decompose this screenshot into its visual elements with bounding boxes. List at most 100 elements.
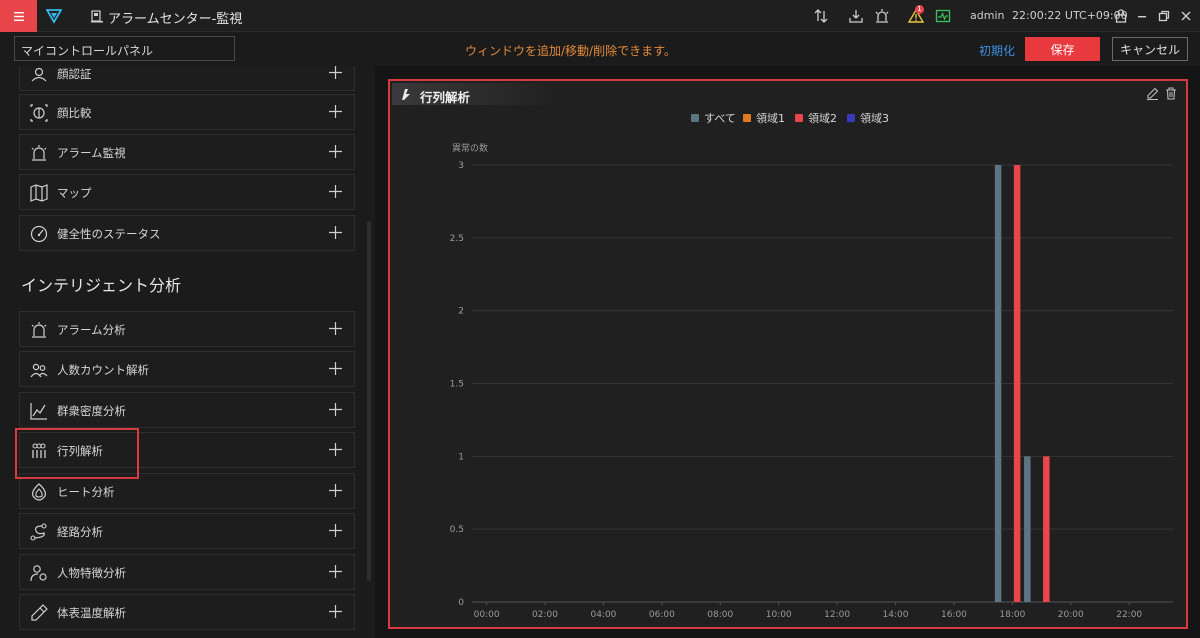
add-widget-icon[interactable]: [329, 484, 342, 497]
sidebar-item-person-feature[interactable]: 人物特徴分析: [19, 554, 355, 590]
system-clock: 22:00:22 UTC+09:00: [1012, 9, 1128, 22]
x-tick-label: 06:00: [649, 610, 675, 620]
widget-sidebar: 顔認証 顔比較 アラーム監視 マップ 健全性のステータス インテリジェント分析 …: [0, 66, 375, 638]
x-tick-label: 00:00: [474, 610, 500, 620]
people-count-icon: [30, 363, 48, 378]
selected-item-highlight: [15, 428, 139, 479]
sidebar-item-crowd-density[interactable]: 群衆密度分析: [19, 392, 355, 428]
sidebar-item-alarm-analysis[interactable]: アラーム分析: [19, 311, 355, 347]
download-icon[interactable]: [848, 8, 864, 24]
bar: [1043, 456, 1050, 602]
legend-label: 領域1: [756, 111, 785, 125]
hamburger-icon: [13, 11, 24, 21]
add-widget-icon[interactable]: [329, 185, 342, 198]
add-widget-icon[interactable]: [329, 565, 342, 578]
add-widget-icon[interactable]: [329, 226, 342, 239]
sidebar-item-body-temperature[interactable]: 体表温度解析: [19, 594, 355, 630]
edit-hint-message: ウィンドウを追加/移動/削除できます。: [465, 44, 676, 58]
x-tick-label: 14:00: [883, 610, 909, 620]
legend-swatch: [743, 114, 751, 122]
minimize-icon[interactable]: [1134, 8, 1150, 24]
legend-label: 領域2: [808, 111, 837, 125]
map-icon: [30, 184, 48, 202]
save-button[interactable]: 保存: [1025, 37, 1100, 61]
sidebar-item-face-recognition[interactable]: 顔認証: [19, 66, 355, 91]
y-tick-label: 1.5: [450, 380, 464, 390]
sidebar-item-path-analysis[interactable]: 経路分析: [19, 513, 355, 549]
x-tick-label: 08:00: [707, 610, 733, 620]
title-bar: アラームセンター-監視 1 admin 22:00:22 UTC+09:00: [0, 0, 1200, 32]
brand-logo-icon: [46, 9, 62, 24]
sidebar-item-label: 顔認証: [57, 67, 92, 81]
bar: [994, 165, 1002, 602]
legend-swatch: [795, 114, 803, 122]
legend-label: 領域3: [860, 111, 889, 125]
alarm-icon: [31, 322, 47, 338]
sidebar-item-people-count[interactable]: 人数カウント解析: [19, 351, 355, 387]
sidebar-item-label: 健全性のステータス: [57, 227, 161, 241]
queue-analysis-widget[interactable]: 行列解析 0 0.5 1 1.5 2 2.5 3 異常の数 00:00 02:00 04:00 06:…: [388, 79, 1188, 629]
x-tick-label: 04:00: [590, 610, 616, 620]
reset-link[interactable]: 初期化: [979, 42, 1015, 59]
alarm-siren-icon[interactable]: [874, 8, 890, 24]
sidebar-item-face-compare[interactable]: 顔比較: [19, 94, 355, 130]
sidebar-item-label: 経路分析: [57, 525, 103, 539]
control-panel-toolbar: マイコントロールパネル ウィンドウを追加/移動/削除できます。 初期化 保存 キ…: [0, 32, 1200, 66]
panel-name-input[interactable]: マイコントロールパネル: [14, 36, 235, 61]
y-tick-label: 3: [458, 161, 464, 171]
y-tick-label: 0.5: [450, 525, 464, 535]
hamburger-menu-button[interactable]: [0, 0, 37, 32]
y-tick-label: 1: [458, 452, 464, 462]
sidebar-item-label: アラーム監視: [57, 146, 126, 160]
sidebar-item-label: 体表温度解析: [57, 606, 126, 620]
x-tick-label: 18:00: [999, 610, 1025, 620]
x-tick-label: 12:00: [824, 610, 850, 620]
sidebar-item-health-status[interactable]: 健全性のステータス: [19, 215, 355, 251]
face-compare-icon: [30, 104, 48, 122]
user-name[interactable]: admin: [970, 9, 1004, 22]
person-feature-icon: [30, 565, 47, 582]
sidebar-item-label: 群衆密度分析: [57, 404, 126, 418]
add-widget-icon[interactable]: [329, 322, 342, 335]
x-tick-label: 22:00: [1116, 610, 1142, 620]
add-widget-icon[interactable]: [329, 66, 342, 79]
close-icon[interactable]: [1178, 8, 1194, 24]
section-title-intelligent-analysis: インテリジェント分析: [21, 276, 182, 295]
x-tick-label: 20:00: [1058, 610, 1084, 620]
add-widget-icon[interactable]: [329, 524, 342, 537]
thermometer-icon: [31, 604, 48, 621]
add-widget-icon[interactable]: [329, 443, 342, 456]
sidebar-item-label: ヒート分析: [57, 485, 115, 499]
lock-icon[interactable]: [1113, 8, 1129, 24]
x-tick-label: 02:00: [532, 610, 558, 620]
sidebar-item-alarm-monitor[interactable]: アラーム監視: [19, 134, 355, 170]
app-title: アラームセンター-監視: [108, 12, 243, 27]
y-axis-label: 異常の数: [452, 142, 488, 154]
sidebar-item-label: 人物特徴分析: [57, 566, 126, 580]
add-widget-icon[interactable]: [329, 605, 342, 618]
add-widget-icon[interactable]: [329, 145, 342, 158]
gauge-icon: [30, 225, 48, 243]
add-widget-icon[interactable]: [329, 403, 342, 416]
sidebar-item-map[interactable]: マップ: [19, 174, 355, 210]
add-widget-icon[interactable]: [329, 105, 342, 118]
health-monitor-icon[interactable]: [935, 8, 951, 24]
path-icon: [30, 523, 47, 541]
sidebar-scrollbar[interactable]: [367, 221, 371, 581]
cancel-button[interactable]: キャンセル: [1112, 37, 1188, 61]
app-module-icon: [91, 10, 103, 23]
sort-arrows-icon[interactable]: [813, 8, 829, 24]
bar: [1013, 165, 1021, 602]
alarm-count-badge: 1: [915, 5, 924, 14]
y-tick-label: 2: [458, 307, 464, 317]
crowd-density-icon: [30, 403, 47, 420]
sidebar-item-label: 人数カウント解析: [57, 363, 149, 377]
sidebar-item-label: マップ: [57, 186, 92, 200]
y-tick-label: 2.5: [450, 234, 464, 244]
legend-swatch: [691, 114, 699, 122]
x-tick-label: 16:00: [941, 610, 967, 620]
add-widget-icon[interactable]: [329, 362, 342, 375]
face-recognition-icon: [31, 67, 47, 82]
restore-icon[interactable]: [1156, 8, 1172, 24]
bar: [1024, 456, 1031, 602]
